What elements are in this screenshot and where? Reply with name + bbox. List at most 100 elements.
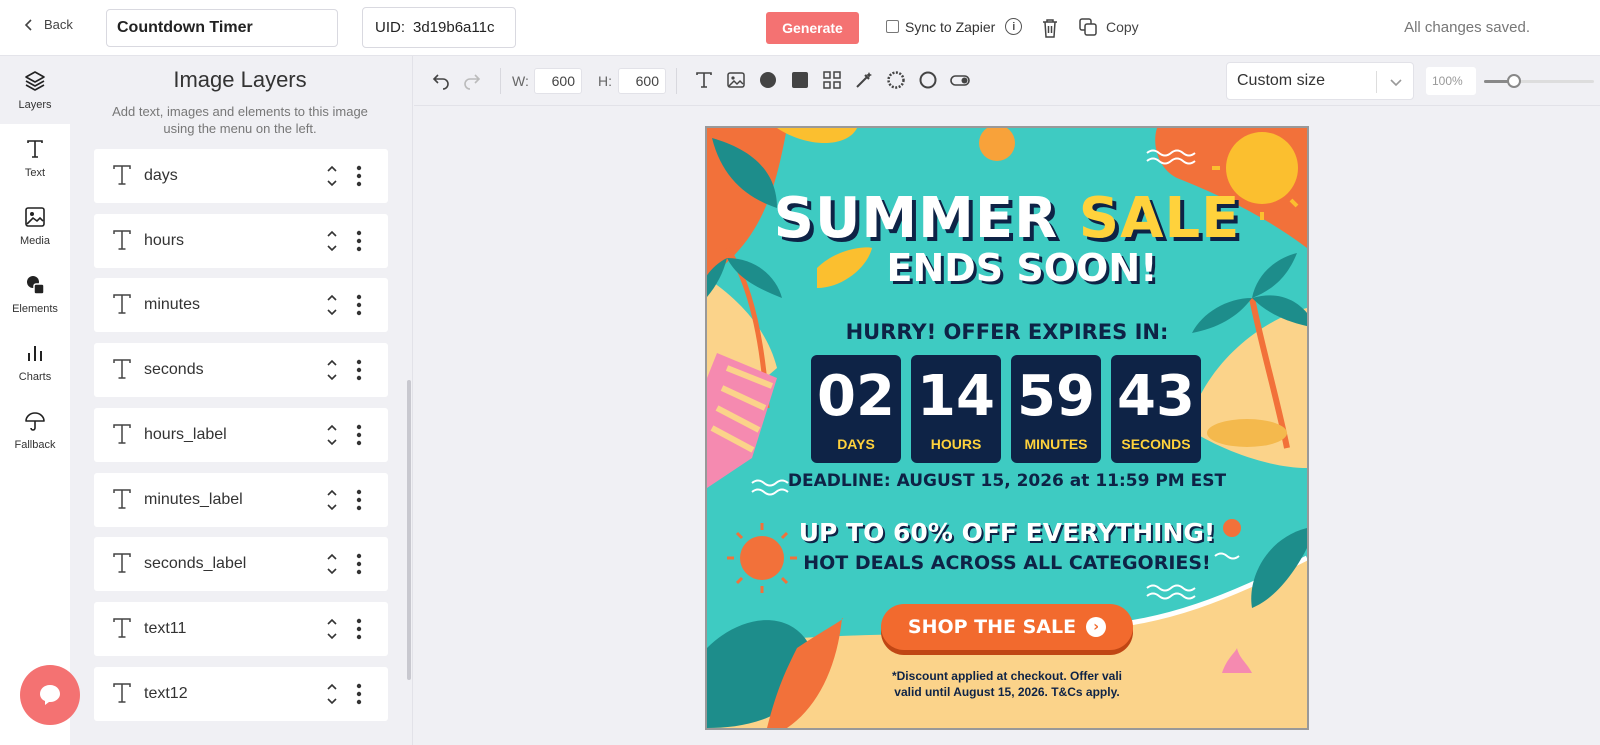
circle-outline-icon[interactable] <box>918 70 938 90</box>
rail-item-media[interactable]: Media <box>0 192 70 260</box>
more-options-icon[interactable] <box>356 424 362 446</box>
bar-chart-icon <box>28 346 42 361</box>
layers-panel: Image Layers Add text, images and elemen… <box>70 56 413 745</box>
more-options-icon[interactable] <box>356 618 362 640</box>
text-layer-icon <box>113 294 131 315</box>
layer-row[interactable]: minutes_label <box>94 472 388 527</box>
countdown-ring-icon[interactable] <box>886 70 906 90</box>
shapes-icon <box>27 276 45 295</box>
canvas-size-select[interactable]: Custom size <box>1226 62 1414 100</box>
uid-value: 3d19b6a11c <box>413 19 495 36</box>
undo-icon[interactable] <box>431 70 451 90</box>
more-options-icon[interactable] <box>356 165 362 187</box>
more-options-icon[interactable] <box>356 230 362 252</box>
layer-name: minutes <box>144 296 201 314</box>
add-rectangle-icon[interactable] <box>790 70 810 90</box>
reorder-arrows-icon[interactable] <box>326 487 338 513</box>
reorder-arrows-icon[interactable] <box>326 292 338 318</box>
zoom-value[interactable]: 100% <box>1426 67 1476 95</box>
text-layer-icon <box>113 359 131 379</box>
rail-item-elements[interactable]: Elements <box>0 260 70 328</box>
add-image-icon[interactable] <box>726 70 746 90</box>
hurry-text: HURRY! OFFER EXPIRES IN: <box>845 320 1169 344</box>
rail-label: Media <box>20 235 50 247</box>
select-divider <box>1376 71 1377 93</box>
reorder-arrows-icon[interactable] <box>326 422 338 448</box>
magic-wand-icon[interactable] <box>854 70 874 90</box>
headline-ends-soon: ENDS SOON! <box>886 246 1158 290</box>
copy-icon <box>1079 18 1097 36</box>
shop-the-sale-button[interactable]: SHOP THE SALE › <box>881 604 1133 650</box>
deadline-text: DEADLINE: AUGUST 15, 2026 at 11:59 PM ES… <box>787 471 1227 491</box>
layer-row[interactable]: text12 <box>94 666 388 721</box>
toggle-icon[interactable] <box>950 70 970 90</box>
zoom-slider-handle[interactable] <box>1506 74 1521 88</box>
rail-item-fallback[interactable]: Fallback <box>0 396 70 464</box>
layer-row[interactable]: seconds <box>94 343 388 398</box>
more-options-icon[interactable] <box>356 359 362 381</box>
more-options-icon[interactable] <box>356 489 362 511</box>
countdown-label: SECONDS <box>1121 436 1191 452</box>
redo-icon[interactable] <box>462 70 482 90</box>
copy-button[interactable]: Copy <box>1078 17 1139 37</box>
reorder-arrows-icon[interactable] <box>326 228 338 254</box>
text-layer-icon <box>113 553 131 573</box>
sync-checkbox[interactable] <box>886 20 899 33</box>
layer-row[interactable]: days <box>94 149 388 203</box>
reorder-arrows-icon[interactable] <box>326 163 338 189</box>
text-layer-icon <box>113 165 131 185</box>
design-canvas[interactable]: SUMMER SALE ENDS SOON! HURRY! OFFER EXPI… <box>705 126 1309 730</box>
height-input[interactable]: 600 <box>618 68 666 94</box>
back-button[interactable]: Back <box>22 17 73 32</box>
reorder-arrows-icon[interactable] <box>326 551 338 577</box>
grid-icon[interactable] <box>822 70 842 90</box>
offer-subheadline: HOT DEALS ACROSS ALL CATEGORIES! <box>803 552 1211 574</box>
layer-row[interactable]: text11 <box>94 601 388 656</box>
tool-rail: Layers Text Media Elements Charts Fallba… <box>0 56 70 745</box>
disclaimer-text: *Discount applied at checkout. Offer val… <box>857 668 1157 700</box>
reorder-arrows-icon[interactable] <box>326 616 338 642</box>
rail-item-text[interactable]: Text <box>0 124 70 192</box>
trash-icon[interactable] <box>1040 17 1060 39</box>
layers-title: Image Layers <box>173 67 307 92</box>
zoom-slider[interactable] <box>1484 74 1594 88</box>
chat-support-button[interactable] <box>20 665 80 725</box>
reorder-arrows-icon[interactable] <box>326 681 338 707</box>
info-icon[interactable]: i <box>1005 18 1023 35</box>
uid-label: UID: <box>375 19 405 36</box>
layer-name: seconds <box>144 361 204 379</box>
layer-row[interactable]: hours <box>94 213 388 268</box>
rail-label: Charts <box>18 371 52 383</box>
sync-label: Sync to Zapier <box>905 18 996 35</box>
reorder-arrows-icon[interactable] <box>326 357 338 383</box>
headline-word: SUMMER <box>773 186 1059 251</box>
toolbar-divider <box>676 68 677 94</box>
editor-toolbar: W: 600 H: 600 Custom size 100% <box>414 56 1600 106</box>
width-input[interactable]: 600 <box>534 68 582 94</box>
layer-row[interactable]: minutes <box>94 278 388 333</box>
template-name-input[interactable] <box>106 9 338 47</box>
countdown-label: HOURS <box>930 436 982 452</box>
rail-label: Layers <box>18 99 52 111</box>
rail-label: Fallback <box>14 439 56 451</box>
rail-item-layers[interactable]: Layers <box>0 56 70 124</box>
top-bar: Back UID: 3d19b6a11c Generate Sync to Za… <box>0 0 1600 56</box>
add-circle-icon[interactable] <box>758 70 778 90</box>
more-options-icon[interactable] <box>356 553 362 575</box>
rail-item-charts[interactable]: Charts <box>0 328 70 396</box>
layers-scrollbar[interactable] <box>407 380 411 680</box>
more-options-icon[interactable] <box>356 683 362 705</box>
text-layer-icon <box>113 488 131 509</box>
cta-label: SHOP THE SALE <box>907 616 1077 638</box>
image-icon <box>25 207 45 227</box>
layer-name: hours <box>144 231 185 249</box>
generate-button[interactable]: Generate <box>766 12 859 44</box>
toolbar-divider <box>500 68 501 94</box>
layer-name: text11 <box>144 619 187 637</box>
add-text-icon[interactable] <box>694 70 714 90</box>
sync-to-zapier[interactable]: Sync to Zapier i <box>886 18 1023 35</box>
layer-row[interactable]: hours_label <box>94 407 388 462</box>
layer-row[interactable]: seconds_label <box>94 537 388 592</box>
headline-highlight: SALE <box>1078 186 1241 251</box>
more-options-icon[interactable] <box>356 294 362 316</box>
